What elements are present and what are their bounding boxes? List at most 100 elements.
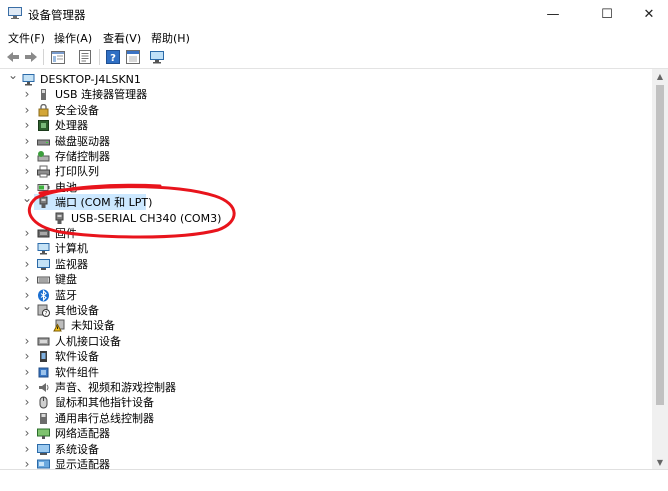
tree-root-computer[interactable]: ⌄ DESKTOP-J4LSKN1 (0, 69, 640, 87)
scan-hardware-button[interactable] (148, 48, 166, 66)
chevron-down-icon[interactable]: ⌄ (22, 191, 32, 205)
tree-category-disk-drive[interactable]: › 磁盘驱动器 (0, 134, 640, 149)
tree-device-port[interactable]: USB-SERIAL CH340 (COM3) (0, 211, 640, 226)
tree-item-label: 鼠标和其他指针设备 (55, 396, 154, 410)
tree-category-system-device[interactable]: › 系统设备 (0, 442, 640, 457)
scroll-thumb[interactable] (656, 85, 664, 405)
tree-item-label: 安全设备 (55, 103, 99, 117)
chevron-right-icon[interactable]: › (22, 365, 32, 379)
tree-item-label: DESKTOP-J4LSKN1 (40, 73, 141, 86)
chevron-right-icon[interactable]: › (22, 118, 32, 132)
forward-button[interactable] (22, 48, 40, 66)
menu-view[interactable]: 查看(V) (103, 30, 141, 46)
menu-help[interactable]: 帮助(H) (151, 30, 190, 46)
tree-item-label: 磁盘驱动器 (55, 134, 110, 148)
chevron-right-icon[interactable]: › (22, 442, 32, 456)
properties-button[interactable] (76, 48, 94, 66)
port-icon (53, 212, 66, 225)
unknown-device-warning-icon (53, 319, 66, 332)
tree-item-label: 软件设备 (55, 350, 99, 364)
tree-category-storage-controller[interactable]: › 存储控制器 (0, 149, 640, 164)
chevron-down-icon[interactable]: ⌄ (8, 69, 18, 82)
vertical-scrollbar[interactable]: ▲ ▼ (652, 69, 668, 469)
menu-action[interactable]: 操作(A) (54, 30, 92, 46)
tree-category-software-component[interactable]: › 软件组件 (0, 365, 640, 380)
forward-arrow-icon (25, 52, 37, 62)
chevron-right-icon[interactable]: › (22, 134, 32, 148)
chevron-right-icon[interactable]: › (22, 164, 32, 178)
toolbar: ? (0, 46, 668, 69)
tree-category-other-devices[interactable]: ⌄? 其他设备 (0, 299, 640, 318)
chevron-right-icon[interactable]: › (22, 380, 32, 394)
chevron-right-icon[interactable]: › (22, 349, 32, 363)
firmware-icon (37, 227, 50, 240)
chevron-right-icon[interactable]: › (22, 103, 32, 117)
tree-item-label: 计算机 (55, 242, 88, 256)
chevron-right-icon[interactable]: › (22, 334, 32, 348)
tree-category-processor[interactable]: › 处理器 (0, 118, 640, 133)
tree-category-software-device[interactable]: › 软件设备 (0, 349, 640, 364)
tree-item-label: USB-SERIAL CH340 (COM3) (71, 211, 222, 225)
chevron-right-icon[interactable]: › (22, 226, 32, 240)
tree-category-computer[interactable]: › 计算机 (0, 241, 640, 256)
minimize-button[interactable]: — (530, 0, 576, 28)
tree-category-battery[interactable]: › 电池 (0, 180, 640, 195)
scroll-down-icon[interactable]: ▼ (652, 455, 668, 469)
usb-connector-icon (37, 88, 50, 101)
computer-icon (37, 242, 50, 255)
chevron-right-icon[interactable]: › (22, 149, 32, 163)
tree-item-label: 电池 (55, 180, 77, 194)
back-arrow-icon (7, 52, 19, 62)
show-hidden-button[interactable] (124, 48, 142, 66)
tree-category-monitor[interactable]: › 监视器 (0, 257, 640, 272)
bluetooth-icon (37, 289, 50, 302)
tree-item-label: 通用串行总线控制器 (55, 411, 154, 425)
console-tree-button[interactable] (49, 48, 67, 66)
device-manager-icon (8, 7, 22, 19)
tree-item-label: 软件组件 (55, 365, 99, 379)
svg-text:?: ? (110, 53, 116, 64)
maximize-button[interactable]: ☐ (584, 0, 630, 28)
chevron-right-icon[interactable]: › (22, 87, 32, 101)
chevron-down-icon[interactable]: ⌄ (22, 299, 32, 313)
chevron-right-icon[interactable]: › (22, 272, 32, 286)
chevron-right-icon[interactable]: › (22, 241, 32, 255)
tree-category-usb-connector[interactable]: › USB 连接器管理器 (0, 87, 640, 102)
tree-category-firmware[interactable]: › 固件 (0, 226, 640, 241)
menu-file[interactable]: 文件(F) (8, 30, 45, 46)
device-tree: ⌄ DESKTOP-J4LSKN1 › USB 连接器管理器 › 安全设备 › 处理器 › 磁盘驱… (0, 69, 652, 490)
network-adapter-icon (37, 427, 50, 440)
help-button[interactable]: ? (104, 48, 122, 66)
tree-category-sound[interactable]: › 声音、视频和游戏控制器 (0, 380, 640, 395)
tree-device-unknown-device-warning[interactable]: 未知设备 (0, 318, 640, 333)
close-button[interactable]: ✕ (630, 0, 668, 28)
processor-icon (37, 119, 50, 132)
tree-category-security-device[interactable]: › 安全设备 (0, 103, 640, 118)
scroll-up-icon[interactable]: ▲ (652, 69, 668, 83)
tree-category-port[interactable]: ⌄ 端口 (COM 和 LPT) (0, 191, 640, 211)
back-button[interactable] (4, 48, 22, 66)
tree-item-label: 人机接口设备 (55, 334, 121, 348)
security-device-icon (37, 103, 50, 117)
chevron-right-icon[interactable]: › (22, 395, 32, 409)
tree-item-label: 端口 (COM 和 LPT) (55, 196, 153, 210)
tree-item-label: USB 连接器管理器 (55, 88, 148, 102)
tree-category-usb-controller[interactable]: › 通用串行总线控制器 (0, 411, 640, 426)
status-bar (0, 469, 668, 491)
menu-bar: 文件(F) 操作(A) 查看(V) 帮助(H) (0, 28, 668, 46)
chevron-right-icon[interactable]: › (22, 411, 32, 425)
show-hidden-icon (126, 50, 140, 64)
tree-category-network-adapter[interactable]: › 网络适配器 (0, 426, 640, 441)
tree-item-label: 存储控制器 (55, 150, 110, 163)
tree-category-hid[interactable]: › 人机接口设备 (0, 334, 640, 349)
tree-category-printer[interactable]: › 打印队列 (0, 164, 640, 179)
battery-icon (37, 181, 50, 194)
storage-controller-icon (37, 150, 50, 163)
chevron-right-icon[interactable]: › (22, 257, 32, 271)
tree-category-mouse[interactable]: › 鼠标和其他指针设备 (0, 395, 640, 410)
chevron-right-icon[interactable]: › (22, 426, 32, 440)
minimize-icon: — (546, 6, 560, 22)
tree-category-bluetooth[interactable]: › 蓝牙 (0, 288, 640, 303)
hid-icon (37, 335, 50, 348)
tree-category-keyboard[interactable]: › 键盘 (0, 272, 640, 287)
